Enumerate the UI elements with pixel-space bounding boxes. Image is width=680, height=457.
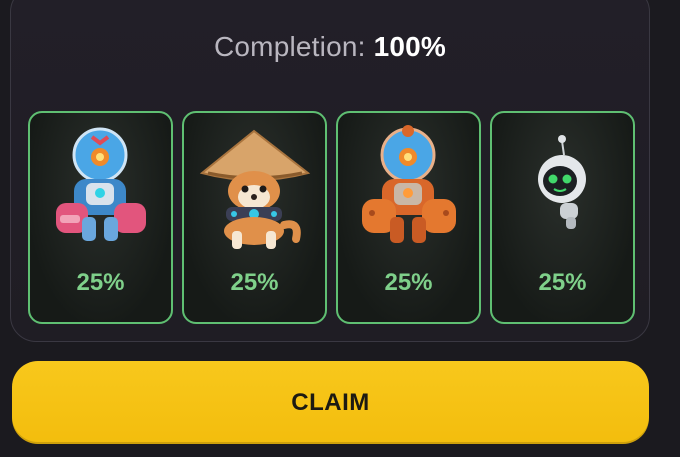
card-percent: 25% (538, 269, 587, 296)
card-robot-diver[interactable]: 25% (28, 111, 173, 324)
completion-label: Completion: (213, 31, 366, 62)
robot-diver-icon (56, 127, 146, 241)
card-shiba-dog[interactable]: 25% (182, 111, 327, 324)
card-mini-robot[interactable]: 25% (490, 111, 635, 324)
completion-status: Completion: 100% (11, 31, 649, 63)
card-robot-diver-orange[interactable]: 25% (336, 111, 481, 324)
mini-robot-icon (538, 135, 586, 229)
completion-value: 100% (373, 31, 446, 62)
claim-button[interactable]: CLAIM (12, 361, 649, 444)
card-percent: 25% (230, 269, 279, 296)
card-percent: 25% (76, 269, 125, 296)
card-percent: 25% (384, 269, 433, 296)
shiba-dog-hat-icon (199, 129, 311, 249)
robot-diver-orange-icon (362, 125, 456, 243)
